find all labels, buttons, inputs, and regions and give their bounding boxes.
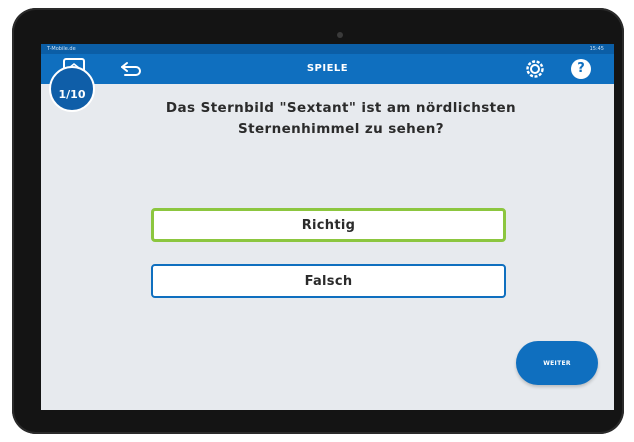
next-button[interactable]: WEITER xyxy=(516,341,598,385)
question-line-1: Das Sternbild "Sextant" ist am nördlichs… xyxy=(165,100,517,116)
gear-icon[interactable] xyxy=(525,59,545,79)
app-header: SPIELE ? xyxy=(41,54,614,84)
question-line-2: Sternenhimmel zu sehen? xyxy=(238,121,444,137)
answer-option-falsch[interactable]: Falsch xyxy=(151,264,506,298)
answer-label: Richtig xyxy=(301,217,356,233)
question-text: Das Sternbild "Sextant" ist am nördlichs… xyxy=(111,98,571,140)
app-screen: T-Mobile.de 15:45 SPIELE ? 1/10 Das Ster… xyxy=(41,44,614,410)
carrier-label: T-Mobile.de xyxy=(47,46,76,52)
camera-dot xyxy=(337,32,343,38)
help-icon[interactable]: ? xyxy=(571,59,591,79)
answer-label: Falsch xyxy=(304,273,353,289)
question-counter: 1/10 xyxy=(58,88,86,101)
status-bar: T-Mobile.de 15:45 xyxy=(41,44,614,54)
back-arrow-icon[interactable] xyxy=(119,61,145,77)
clock-label: 15:45 xyxy=(589,46,604,52)
answer-option-richtig[interactable]: Richtig xyxy=(151,208,506,242)
next-button-label: WEITER xyxy=(543,359,571,367)
question-counter-badge: 1/10 xyxy=(49,66,95,112)
